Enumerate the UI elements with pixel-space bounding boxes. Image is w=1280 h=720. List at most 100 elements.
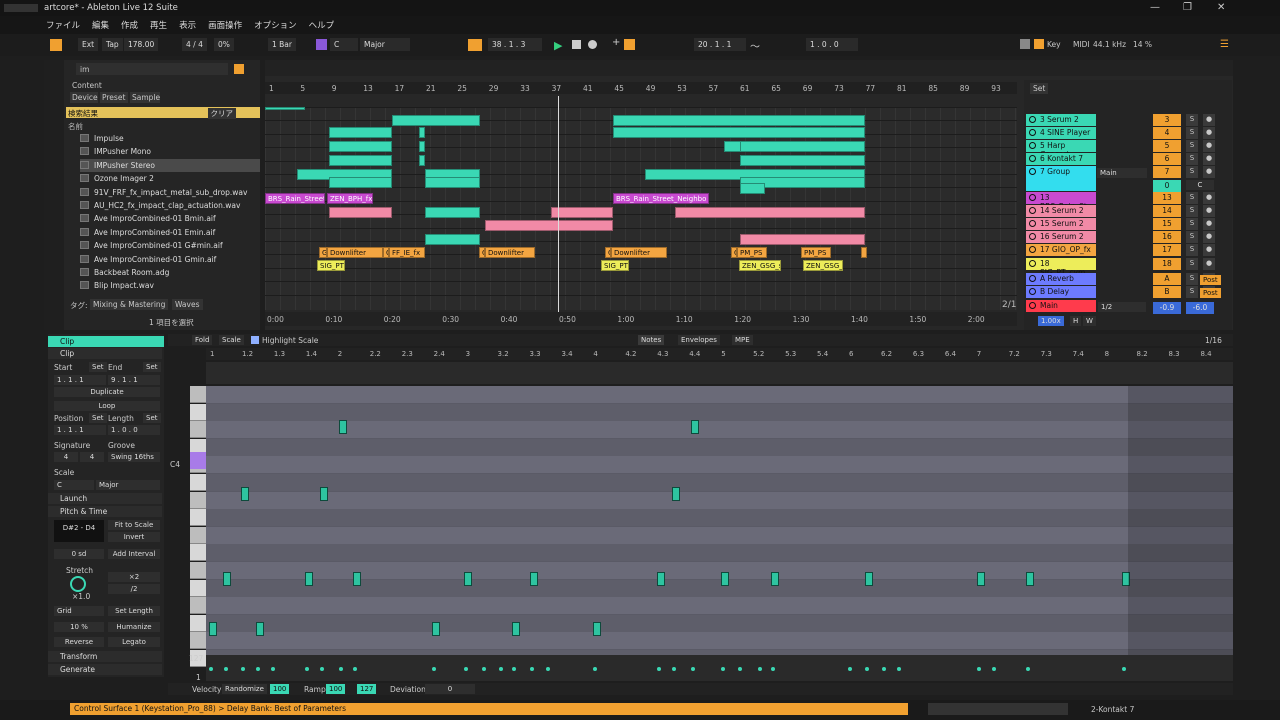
velocity-marker[interactable] <box>432 667 436 671</box>
invert-button[interactable]: Invert <box>108 532 160 542</box>
browser-item[interactable]: Ave ImproCombined-01 Emin.aif <box>80 226 260 239</box>
note-grid[interactable] <box>206 386 1233 668</box>
position-value[interactable]: 1 . 1 . 1 <box>54 425 106 435</box>
midi-note[interactable] <box>672 487 680 501</box>
velocity-marker[interactable] <box>305 667 309 671</box>
track-activator-icon[interactable] <box>1029 194 1036 201</box>
stretch-knob-icon[interactable] <box>70 576 86 592</box>
menu-options[interactable]: オプション <box>248 16 303 31</box>
length-set-button[interactable]: Set <box>143 413 161 423</box>
scale-toggle[interactable]: Scale <box>219 335 244 345</box>
reverse-button[interactable]: Reverse <box>54 637 104 647</box>
loop-icon[interactable]: 〜 <box>750 38 760 53</box>
teal-clip[interactable] <box>425 207 480 218</box>
browser-item[interactable]: Ave ImproCombined-01 Bmin.aif <box>80 212 260 225</box>
velocity-marker[interactable] <box>848 667 852 671</box>
velocity-marker[interactable] <box>530 667 534 671</box>
track-header[interactable]: 15 Serum 2 <box>1026 218 1096 230</box>
velocity-marker[interactable] <box>546 667 550 671</box>
midi-note[interactable] <box>209 622 217 636</box>
teal-clip[interactable] <box>392 115 480 126</box>
song-position-field[interactable]: 38 . 1 . 3 <box>488 38 542 51</box>
randomize-button[interactable]: Randomize <box>222 684 267 694</box>
track-header[interactable]: 17 GIO_OP_fx <box>1026 244 1096 256</box>
solo-button[interactable]: S <box>1186 231 1198 243</box>
status-field[interactable] <box>928 703 1068 715</box>
post-button-a[interactable]: Post <box>1200 275 1221 285</box>
midi-note[interactable] <box>593 622 601 636</box>
menu-create[interactable]: 作成 <box>115 16 144 31</box>
midi-note[interactable] <box>771 572 779 586</box>
midi-note[interactable] <box>865 572 873 586</box>
browser-item[interactable]: Backbeat Room.adg <box>80 266 260 279</box>
piano-key[interactable] <box>190 614 206 632</box>
tab-sample[interactable]: Sample <box>130 92 160 103</box>
velocity-lane[interactable] <box>206 655 1233 681</box>
halve-button[interactable]: /2 <box>108 584 160 594</box>
follow-icon[interactable] <box>468 39 482 51</box>
tab-preset[interactable]: Preset <box>100 92 128 103</box>
track-header[interactable]: Main <box>1026 300 1096 312</box>
start-set-button[interactable]: Set <box>89 362 107 372</box>
double-button[interactable]: ×2 <box>108 572 160 582</box>
beat-ruler[interactable]: 1 1.2 1.3 1.4 2 2.2 2.3 2.4 3 3.2 3.3 3.4 4 4.2 4.3 4.4… <box>206 348 1233 360</box>
draw-mode-icon[interactable] <box>1020 39 1030 49</box>
humanize-amount[interactable]: 10 % <box>54 622 104 632</box>
fold-button[interactable]: Fold <box>192 335 213 345</box>
close-button[interactable]: ✕ <box>1217 2 1225 13</box>
velocity-marker[interactable] <box>657 667 661 671</box>
velocity-marker[interactable] <box>771 667 775 671</box>
piano-key[interactable] <box>190 491 206 509</box>
midi-note[interactable] <box>977 572 985 586</box>
pink-clip[interactable] <box>675 207 865 218</box>
end-value[interactable]: 9 . 1 . 1 <box>108 375 160 385</box>
velocity-marker[interactable] <box>672 667 676 671</box>
midi-note[interactable] <box>432 622 440 636</box>
menu-view[interactable]: 表示 <box>173 16 202 31</box>
tempo-field[interactable]: 178.00 <box>124 38 159 51</box>
browser-item[interactable]: Impulse <box>80 132 260 145</box>
add-interval-button[interactable]: Add Interval <box>108 549 160 559</box>
track-header[interactable]: 3 Serum 2 <box>1026 114 1096 126</box>
browser-item[interactable]: IMPusher Mono <box>80 145 260 158</box>
track-activator-icon[interactable] <box>1029 207 1036 214</box>
group-route-select[interactable]: Main <box>1097 168 1147 178</box>
teal-clip[interactable] <box>265 107 305 110</box>
track-header[interactable]: 18 SIG_PT_cym <box>1026 258 1096 277</box>
automation-arm-icon[interactable] <box>624 39 635 50</box>
clip-scale-select[interactable]: Major <box>96 480 160 490</box>
solo-button[interactable]: S <box>1186 140 1198 152</box>
browser-item[interactable]: 91V_FRF_fx_impact_metal_sub_drop.wav <box>80 186 260 199</box>
generate-section[interactable]: Generate <box>48 664 162 675</box>
track-activator-icon[interactable] <box>1029 142 1036 149</box>
browser-item[interactable]: Ave ImproCombined-01 Gmin.aif <box>80 253 260 266</box>
midi-note[interactable] <box>256 622 264 636</box>
velocity-marker[interactable] <box>882 667 886 671</box>
solo-button[interactable]: S <box>1186 258 1198 270</box>
piano-key[interactable] <box>190 421 206 439</box>
midi-note[interactable] <box>530 572 538 586</box>
duplicate-button[interactable]: Duplicate <box>54 387 160 397</box>
loop-brace-area[interactable] <box>206 362 1233 384</box>
pink-clip[interactable] <box>551 207 613 218</box>
velocity-marker[interactable] <box>256 667 260 671</box>
piano-key[interactable] <box>190 544 206 562</box>
search-filter-icon[interactable] <box>234 64 244 74</box>
velocity-marker[interactable] <box>977 667 981 671</box>
signature-numerator[interactable]: 4 <box>54 452 78 462</box>
pink-clip[interactable] <box>485 220 613 231</box>
maximize-button[interactable]: ❐ <box>1183 2 1192 13</box>
arm-button[interactable]: ● <box>1203 244 1215 256</box>
scale-select[interactable]: Major <box>360 38 410 51</box>
browser-item[interactable]: Ave ImproCombined-01 G#min.aif <box>80 239 260 252</box>
track-activator-icon[interactable] <box>1029 129 1036 136</box>
clip-header[interactable]: Clip <box>48 336 164 347</box>
arrangement-overview[interactable] <box>265 60 1233 76</box>
track-activator-icon[interactable] <box>1029 233 1036 240</box>
key-map-icon[interactable] <box>1034 39 1044 49</box>
track-activator-icon[interactable] <box>1029 302 1036 309</box>
velocity-marker[interactable] <box>320 667 324 671</box>
bar-ruler[interactable]: 1 5 9 13 17 21 25 29 33 37 41 45 49 53 57 61 65 69 73 77 81 8… <box>265 82 1017 94</box>
fit-to-scale-button[interactable]: Fit to Scale <box>108 520 160 530</box>
track-header[interactable]: 5 Harp Concert <box>1026 140 1096 159</box>
